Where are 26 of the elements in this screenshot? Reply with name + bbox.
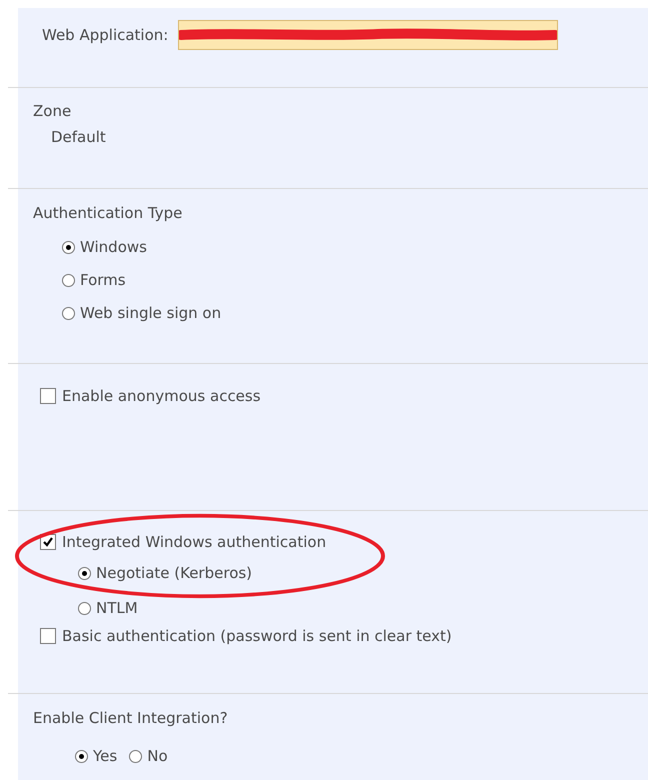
zone-value: Default	[51, 128, 107, 146]
checkbox-option[interactable]: Basic authentication (password is sent in clear text)	[40, 627, 452, 645]
radio-button[interactable]	[78, 566, 91, 580]
check-icon	[42, 536, 54, 548]
checkbox[interactable]	[40, 628, 56, 644]
checkbox-option[interactable]: Enable anonymous access	[40, 387, 261, 405]
radio-option[interactable]: Negotiate (Kerberos)	[78, 564, 648, 582]
section-title: Authentication Type	[33, 204, 184, 222]
radio-option[interactable]: Windows	[62, 238, 648, 256]
radio-option[interactable]: No	[129, 747, 168, 765]
radio-option[interactable]: Web single sign on	[62, 304, 648, 322]
radio-button[interactable]	[62, 274, 75, 286]
radio-button[interactable]	[78, 602, 91, 614]
radio-button[interactable]	[75, 750, 88, 762]
checkbox-option[interactable]: Integrated Windows authentication	[40, 533, 326, 551]
field-label: Web Application:	[42, 26, 168, 44]
radio-option[interactable]: Yes	[75, 747, 118, 765]
radio-button[interactable]	[62, 240, 75, 254]
radio-option[interactable]: Forms	[62, 271, 648, 289]
radio-option[interactable]: NTLM	[78, 599, 648, 617]
checkbox[interactable]	[40, 388, 56, 404]
section-title: Enable Client Integration?	[33, 709, 229, 727]
section-title: Zone	[33, 102, 72, 120]
radio-button[interactable]	[129, 750, 142, 762]
url-field[interactable]	[178, 20, 558, 50]
radio-button[interactable]	[62, 306, 75, 320]
